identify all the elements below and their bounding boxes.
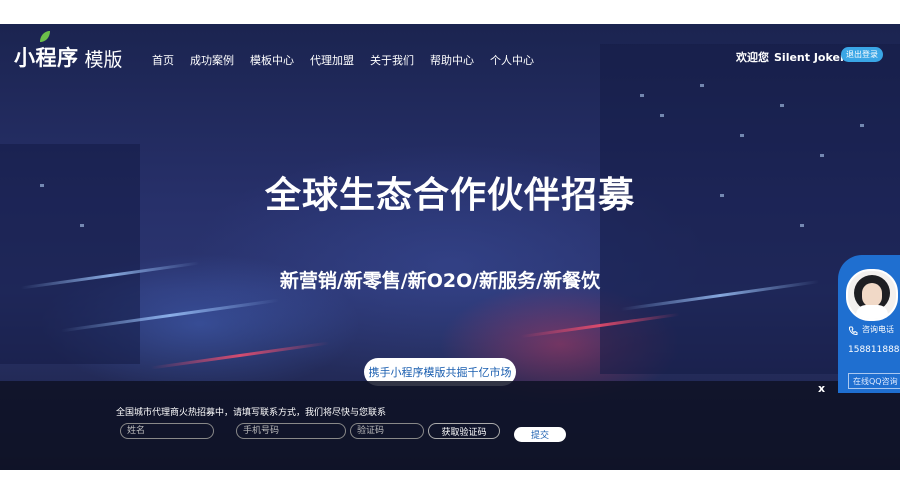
logout-button[interactable]: 退出登录 xyxy=(841,47,883,62)
main-menu: 首页 成功案例 模板中心 代理加盟 关于我们 帮助中心 个人中心 xyxy=(152,52,550,68)
nav-item-about[interactable]: 关于我们 xyxy=(370,52,414,68)
nav-item-help[interactable]: 帮助中心 xyxy=(430,52,474,68)
leaf-icon xyxy=(40,31,50,42)
nav-item-templates[interactable]: 模板中心 xyxy=(250,52,294,68)
close-icon[interactable]: x xyxy=(818,382,825,395)
recruit-text: 全国城市代理商火热招募中，请填写联系方式，我们将尽快与您联系 xyxy=(116,408,387,418)
top-nav: 小程序 模版 首页 成功案例 模板中心 代理加盟 关于我们 帮助中心 个人中心 … xyxy=(0,24,900,84)
qq-consult-button[interactable]: 在线QQ咨询 xyxy=(848,373,900,389)
logo-sub-text: 模版 xyxy=(84,49,123,71)
get-code-button[interactable]: 获取验证码 xyxy=(428,423,500,439)
nav-item-agency[interactable]: 代理加盟 xyxy=(310,52,354,68)
user-info: 欢迎您 Silent Joker xyxy=(736,49,845,65)
name-input[interactable] xyxy=(120,423,214,439)
code-input[interactable] xyxy=(350,423,424,439)
nav-item-profile[interactable]: 个人中心 xyxy=(490,52,534,68)
logo-main-text: 小程序 xyxy=(14,46,79,70)
username[interactable]: Silent Joker xyxy=(774,51,845,64)
avatar xyxy=(846,269,898,321)
submit-button[interactable]: 提交 xyxy=(514,427,566,442)
building-window xyxy=(780,104,784,107)
phone-icon xyxy=(848,326,858,336)
building-window xyxy=(660,114,664,117)
building-window xyxy=(640,94,644,97)
consult-label: 咨询电话 xyxy=(862,325,894,334)
light-streak xyxy=(150,341,330,370)
nav-item-cases[interactable]: 成功案例 xyxy=(190,52,234,68)
building-window xyxy=(700,84,704,87)
logo[interactable]: 小程序 模版 xyxy=(14,31,123,72)
consult-phone[interactable]: 15881188848 xyxy=(848,345,900,355)
building-window xyxy=(800,224,804,227)
building-window xyxy=(820,154,824,157)
nav-item-home[interactable]: 首页 xyxy=(152,52,174,68)
building-window xyxy=(740,134,744,137)
building-window xyxy=(860,124,864,127)
welcome-text: 欢迎您 xyxy=(736,51,769,64)
phone-input[interactable] xyxy=(236,423,346,439)
contact-widget: 咨询电话 15881188848 在线QQ咨询 xyxy=(838,255,900,393)
building-window xyxy=(80,224,84,227)
top-white-strip xyxy=(0,0,900,24)
hero-subtitle: 新营销/新零售/新O2O/新服务/新餐饮 xyxy=(279,270,601,292)
avatar-face xyxy=(862,283,882,307)
avatar-shirt xyxy=(856,305,888,319)
hero-title: 全球生态合作伙伴招募 xyxy=(264,175,635,216)
